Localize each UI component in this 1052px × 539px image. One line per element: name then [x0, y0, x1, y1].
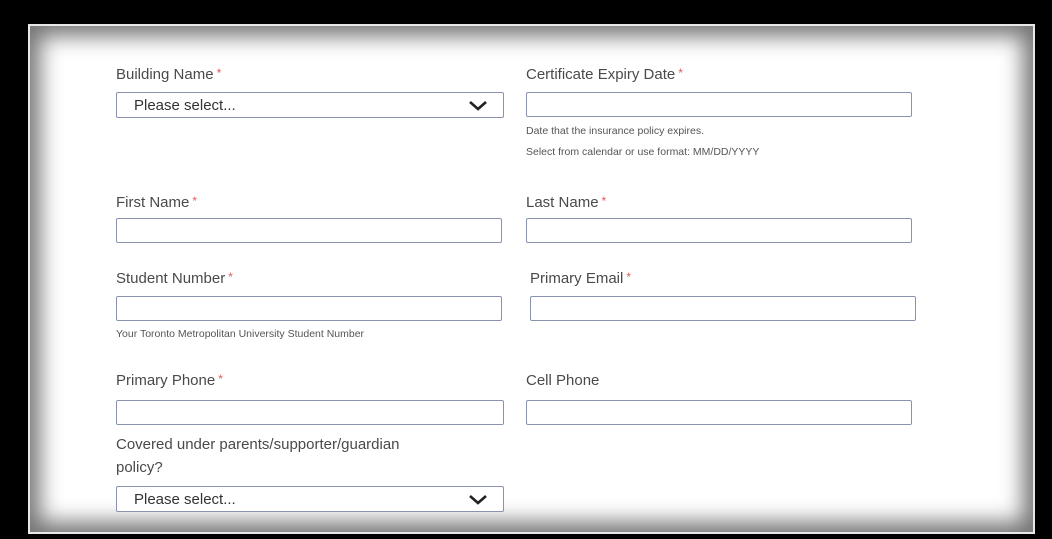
certificate-expiry-label: Certificate Expiry Date *: [526, 66, 683, 83]
last-name-label: Last Name *: [526, 194, 607, 211]
form-panel: Building Name * Please select... Certific…: [28, 24, 1035, 534]
required-marker: *: [678, 66, 683, 80]
chevron-down-icon: [469, 495, 487, 505]
required-marker: *: [601, 194, 607, 208]
required-marker: *: [218, 372, 223, 386]
insurance-form: Building Name * Please select... Certific…: [30, 26, 1033, 532]
student-number-input[interactable]: [116, 296, 502, 321]
chevron-down-icon: [469, 101, 487, 111]
covered-policy-label-line2: policy?: [116, 459, 163, 476]
required-marker: *: [626, 270, 632, 284]
required-marker: *: [216, 66, 222, 80]
building-name-label: Building Name *: [116, 66, 222, 83]
certificate-expiry-input[interactable]: [526, 92, 912, 117]
required-marker: *: [228, 270, 233, 284]
primary-email-input[interactable]: [530, 296, 916, 321]
last-name-input[interactable]: [526, 218, 912, 243]
certificate-expiry-help-1: Date that the insurance policy expires.: [526, 125, 705, 137]
primary-phone-label: Primary Phone *: [116, 372, 223, 389]
covered-policy-label-line1: Covered under parents/supporter/guardian: [116, 436, 400, 453]
covered-policy-select[interactable]: Please select...: [116, 486, 504, 512]
primary-phone-input[interactable]: [116, 400, 504, 425]
student-number-label: Student Number *: [116, 270, 233, 287]
building-name-select-value: Please select...: [134, 97, 236, 114]
first-name-input[interactable]: [116, 218, 502, 243]
cell-phone-label: Cell Phone: [526, 372, 600, 389]
building-name-select[interactable]: Please select...: [116, 92, 504, 118]
screenshot-frame: Building Name * Please select... Certific…: [9, 8, 1041, 534]
student-number-help: Your Toronto Metropolitan University Stu…: [116, 328, 365, 340]
required-marker: *: [192, 194, 198, 208]
certificate-expiry-help-2: Select from calendar or use format: MM/D…: [526, 146, 760, 158]
covered-policy-select-value: Please select...: [134, 491, 236, 508]
primary-email-label: Primary Email *: [530, 270, 632, 287]
first-name-label: First Name *: [116, 194, 198, 211]
cell-phone-input[interactable]: [526, 400, 912, 425]
